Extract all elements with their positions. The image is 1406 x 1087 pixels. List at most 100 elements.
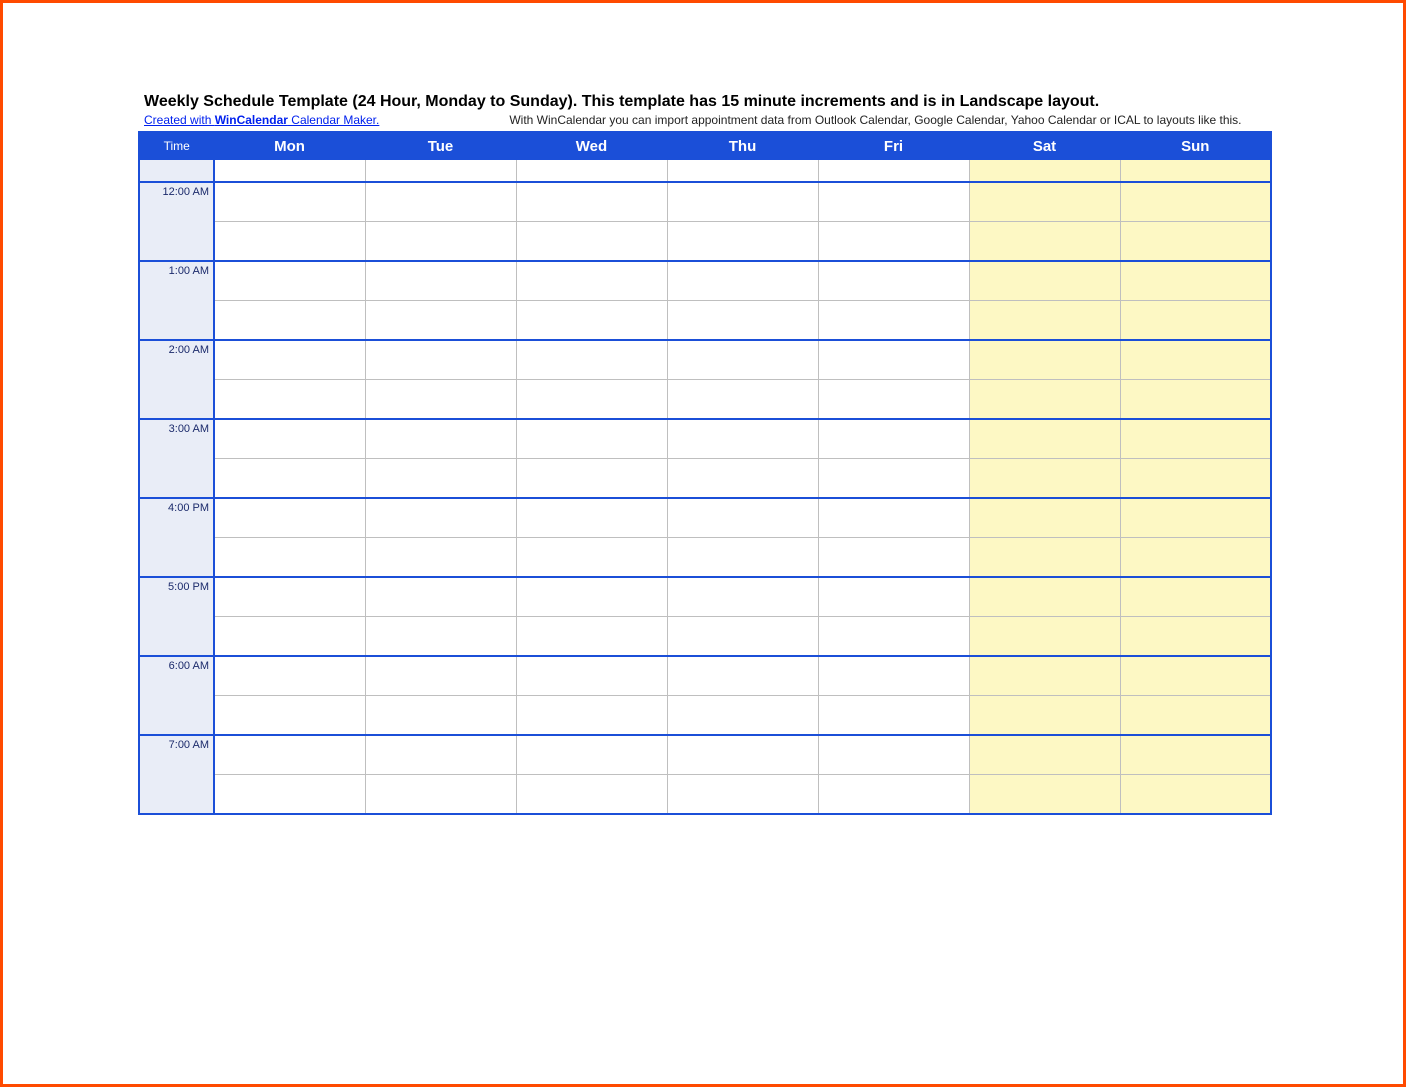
schedule-cell[interactable] [365,419,516,459]
schedule-cell[interactable] [214,261,365,301]
schedule-cell[interactable] [969,538,1120,578]
schedule-cell[interactable] [365,182,516,222]
schedule-cell[interactable] [214,656,365,696]
schedule-cell[interactable] [818,261,969,301]
schedule-cell[interactable] [516,775,667,815]
schedule-cell[interactable] [1120,775,1271,815]
schedule-cell[interactable] [1120,735,1271,775]
schedule-cell[interactable] [667,380,818,420]
schedule-cell[interactable] [969,301,1120,341]
schedule-cell[interactable] [516,160,667,183]
schedule-cell[interactable] [1120,340,1271,380]
wincalendar-link[interactable]: Created with WinCalendar Calendar Maker. [144,113,379,127]
schedule-cell[interactable] [969,419,1120,459]
schedule-cell[interactable] [214,459,365,499]
schedule-cell[interactable] [818,380,969,420]
schedule-cell[interactable] [818,160,969,183]
schedule-cell[interactable] [667,696,818,736]
schedule-cell[interactable] [365,577,516,617]
schedule-cell[interactable] [818,182,969,222]
schedule-cell[interactable] [516,340,667,380]
schedule-cell[interactable] [969,735,1120,775]
schedule-cell[interactable] [214,775,365,815]
schedule-cell[interactable] [365,498,516,538]
schedule-cell[interactable] [818,577,969,617]
schedule-cell[interactable] [214,301,365,341]
schedule-cell[interactable] [516,538,667,578]
schedule-cell[interactable] [667,160,818,183]
schedule-cell[interactable] [365,656,516,696]
schedule-cell[interactable] [1120,222,1271,262]
schedule-cell[interactable] [818,498,969,538]
schedule-cell[interactable] [818,696,969,736]
schedule-cell[interactable] [365,301,516,341]
schedule-cell[interactable] [667,340,818,380]
schedule-cell[interactable] [969,182,1120,222]
schedule-cell[interactable] [214,160,365,183]
schedule-cell[interactable] [667,617,818,657]
schedule-cell[interactable] [516,222,667,262]
schedule-cell[interactable] [667,222,818,262]
schedule-cell[interactable] [667,775,818,815]
schedule-cell[interactable] [516,261,667,301]
schedule-cell[interactable] [818,340,969,380]
schedule-cell[interactable] [365,775,516,815]
schedule-cell[interactable] [969,380,1120,420]
schedule-cell[interactable] [667,459,818,499]
schedule-cell[interactable] [516,696,667,736]
schedule-cell[interactable] [365,222,516,262]
schedule-cell[interactable] [969,498,1120,538]
schedule-cell[interactable] [667,656,818,696]
schedule-cell[interactable] [214,380,365,420]
schedule-cell[interactable] [214,340,365,380]
schedule-cell[interactable] [969,775,1120,815]
schedule-cell[interactable] [365,380,516,420]
schedule-cell[interactable] [667,301,818,341]
schedule-cell[interactable] [1120,459,1271,499]
schedule-cell[interactable] [1120,380,1271,420]
schedule-cell[interactable] [1120,301,1271,341]
schedule-cell[interactable] [516,656,667,696]
schedule-cell[interactable] [214,696,365,736]
schedule-cell[interactable] [1120,696,1271,736]
schedule-cell[interactable] [818,656,969,696]
schedule-cell[interactable] [818,459,969,499]
schedule-cell[interactable] [516,735,667,775]
schedule-cell[interactable] [214,182,365,222]
schedule-cell[interactable] [365,340,516,380]
schedule-cell[interactable] [667,735,818,775]
schedule-cell[interactable] [667,419,818,459]
schedule-cell[interactable] [667,538,818,578]
schedule-cell[interactable] [969,696,1120,736]
schedule-cell[interactable] [969,577,1120,617]
schedule-cell[interactable] [516,459,667,499]
schedule-cell[interactable] [214,222,365,262]
schedule-cell[interactable] [1120,617,1271,657]
schedule-cell[interactable] [365,459,516,499]
schedule-cell[interactable] [516,419,667,459]
schedule-cell[interactable] [969,459,1120,499]
schedule-cell[interactable] [667,261,818,301]
schedule-cell[interactable] [214,538,365,578]
schedule-cell[interactable] [818,301,969,341]
schedule-cell[interactable] [214,498,365,538]
schedule-cell[interactable] [1120,160,1271,183]
schedule-cell[interactable] [818,222,969,262]
schedule-cell[interactable] [818,617,969,657]
schedule-cell[interactable] [667,498,818,538]
schedule-cell[interactable] [516,617,667,657]
schedule-cell[interactable] [516,182,667,222]
schedule-cell[interactable] [365,160,516,183]
schedule-cell[interactable] [365,617,516,657]
schedule-cell[interactable] [516,301,667,341]
schedule-cell[interactable] [365,696,516,736]
schedule-cell[interactable] [969,160,1120,183]
schedule-cell[interactable] [214,577,365,617]
schedule-cell[interactable] [1120,498,1271,538]
schedule-cell[interactable] [818,419,969,459]
schedule-cell[interactable] [365,538,516,578]
schedule-cell[interactable] [1120,261,1271,301]
schedule-cell[interactable] [818,735,969,775]
schedule-cell[interactable] [667,182,818,222]
schedule-cell[interactable] [969,617,1120,657]
